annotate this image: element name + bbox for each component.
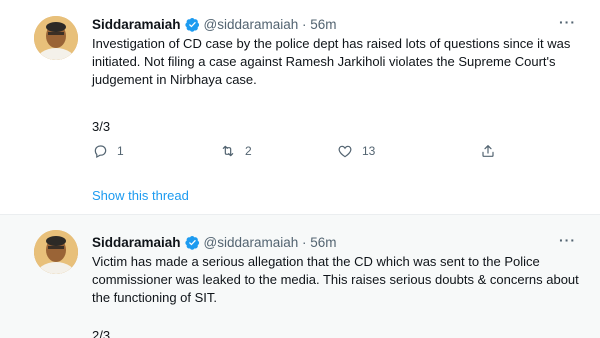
tweet[interactable]: Siddaramaiah @siddaramaiah · 56m ··· Vic… bbox=[0, 215, 600, 338]
tweet-header: Siddaramaiah @siddaramaiah · 56m bbox=[92, 15, 337, 33]
avatar-image bbox=[34, 16, 78, 60]
like-button[interactable]: 13 bbox=[337, 143, 375, 159]
tweet-header: Siddaramaiah @siddaramaiah · 56m bbox=[92, 233, 337, 251]
reply-count: 1 bbox=[117, 144, 124, 158]
tweet-text: Investigation of CD case by the police d… bbox=[92, 36, 571, 87]
reply-icon bbox=[94, 145, 107, 159]
retweet-icon bbox=[222, 145, 234, 157]
like-count: 13 bbox=[362, 144, 376, 158]
show-thread-link[interactable]: Show this thread bbox=[92, 188, 189, 203]
reply-button[interactable]: 1 bbox=[92, 143, 124, 159]
like-heart-icon bbox=[338, 145, 352, 158]
tweet-actions: 1 2 13 bbox=[92, 143, 512, 163]
tweet-inner: Siddaramaiah @siddaramaiah · 56m ··· Vic… bbox=[0, 215, 600, 338]
more-options-icon[interactable]: ··· bbox=[559, 14, 576, 30]
handle-and-time[interactable]: @siddaramaiah · 56m bbox=[204, 17, 337, 32]
author-name[interactable]: Siddaramaiah bbox=[92, 235, 181, 250]
thread-counter: 2/3 bbox=[92, 328, 111, 338]
handle-and-time[interactable]: @siddaramaiah · 56m bbox=[204, 235, 337, 250]
share-button[interactable] bbox=[480, 143, 496, 159]
author-name[interactable]: Siddaramaiah bbox=[92, 17, 181, 32]
retweet-count: 2 bbox=[245, 144, 252, 158]
thread-counter: 3/3 bbox=[92, 119, 111, 134]
avatar[interactable] bbox=[34, 230, 78, 274]
avatar[interactable] bbox=[34, 16, 78, 60]
more-options-icon[interactable]: ··· bbox=[559, 232, 576, 248]
retweet-button[interactable]: 2 bbox=[220, 143, 252, 159]
tweet-text: Victim has made a serious allegation tha… bbox=[92, 254, 579, 305]
tweet[interactable]: Siddaramaiah @siddaramaiah · 56m ··· Inv… bbox=[0, 0, 600, 215]
share-upload-icon bbox=[482, 145, 494, 157]
timeline-feed: Siddaramaiah @siddaramaiah · 56m ··· Inv… bbox=[0, 0, 600, 338]
avatar-image bbox=[34, 230, 78, 274]
verified-badge-icon bbox=[184, 17, 199, 32]
verified-badge-icon bbox=[184, 235, 199, 250]
